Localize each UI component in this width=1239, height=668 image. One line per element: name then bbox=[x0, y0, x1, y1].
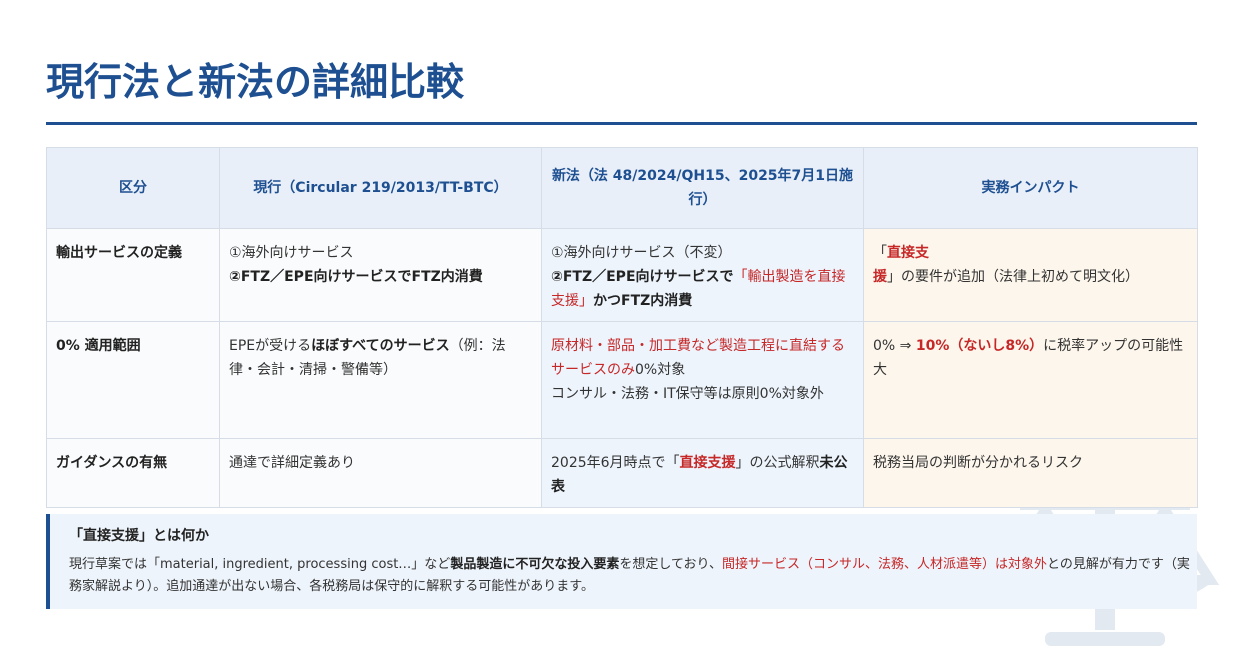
text-segment: 0% ⇒ bbox=[873, 338, 916, 354]
text-segment: 2025年6月時点で「 bbox=[551, 455, 680, 471]
text-segment: 」の要件が追加（法律上初めて明文化） bbox=[887, 269, 1139, 285]
text-segment: 原材料・部品・加工費など製造工程に直結するサービスのみ bbox=[551, 338, 845, 378]
text-segment: 製品製造に不可欠な投入要素 bbox=[450, 557, 620, 572]
header-current-law: 現行（Circular 219/2013/TT-BTC） bbox=[219, 147, 542, 229]
text-segment: コンサル・法務・IT保守等は原則0%対象外 bbox=[551, 386, 824, 402]
row-category: 輸出サービスの定義 bbox=[46, 228, 220, 322]
text-segment: EPEが受ける bbox=[229, 338, 312, 354]
header-practical-impact: 実務インパクト bbox=[863, 147, 1198, 229]
table-row: 0% 適用範囲 EPEが受けるほぼすべてのサービス（例：法律・会計・清掃・警備等… bbox=[46, 321, 1198, 439]
header-new-law: 新法（法 48/2024/QH15、2025年7月1日施行） bbox=[541, 147, 864, 229]
text-segment: 10%（ないし8%） bbox=[915, 338, 1044, 354]
comparison-table: 区分 現行（Circular 219/2013/TT-BTC） 新法（法 48/… bbox=[46, 147, 1198, 508]
text-segment: ②FTZ／EPE向けサービスで bbox=[551, 269, 734, 285]
text-segment: ①海外向けサービス（不変） bbox=[551, 245, 732, 261]
title-underline bbox=[46, 122, 1197, 125]
table-row: ガイダンスの有無 通達で詳細定義あり 2025年6月時点で「直接支援」の公式解釈… bbox=[46, 438, 1198, 508]
text-segment: かつFTZ内消費 bbox=[593, 293, 693, 309]
text-segment: 間接サービス（コンサル、法務、人材派遣等）は対象外 bbox=[722, 557, 1048, 572]
cell-line: 0% ⇒ 10%（ないし8%）に税率アップの可能性大 bbox=[873, 334, 1188, 382]
impact-cell: 0% ⇒ 10%（ないし8%）に税率アップの可能性大 bbox=[863, 321, 1198, 439]
row-category: 0% 適用範囲 bbox=[46, 321, 220, 439]
text-segment: 現行草案では「material, ingredient, processing … bbox=[69, 557, 451, 572]
cell-line: 税務当局の判断が分かれるリスク bbox=[873, 451, 1188, 475]
cell-line: 2025年6月時点で「直接支援」の公式解釈未公表 bbox=[551, 451, 854, 499]
text-segment: ②FTZ／EPE向けサービスでFTZ内消費 bbox=[229, 269, 483, 285]
impact-cell: 「直接支援」の要件が追加（法律上初めて明文化） bbox=[863, 228, 1198, 322]
cell-line: ②FTZ／EPE向けサービスで「輸出製造を直接支援」かつFTZ内消費 bbox=[551, 265, 854, 313]
text-segment: 税務当局の判断が分かれるリスク bbox=[873, 455, 1083, 471]
impact-cell: 税務当局の判断が分かれるリスク bbox=[863, 438, 1198, 508]
text-segment: を想定しており、 bbox=[619, 557, 723, 572]
cell-line: ②FTZ／EPE向けサービスでFTZ内消費 bbox=[229, 265, 532, 289]
callout-body: 現行草案では「material, ingredient, processing … bbox=[69, 554, 1197, 598]
text-segment: ほぼすべてのサービス bbox=[311, 338, 450, 354]
new-law-cell: 2025年6月時点で「直接支援」の公式解釈未公表 bbox=[541, 438, 864, 508]
cell-line: コンサル・法務・IT保守等は原則0%対象外 bbox=[551, 382, 854, 406]
table-header-row: 区分 現行（Circular 219/2013/TT-BTC） 新法（法 48/… bbox=[46, 147, 1198, 229]
cell-line: ①海外向けサービス（不変） bbox=[551, 241, 854, 265]
cell-line: EPEが受けるほぼすべてのサービス（例：法律・会計・清掃・警備等） bbox=[229, 334, 532, 382]
table-row: 輸出サービスの定義 ①海外向けサービス ②FTZ／EPE向けサービスでFTZ内消費… bbox=[46, 228, 1198, 322]
text-segment: ①海外向けサービス bbox=[229, 245, 354, 261]
text-segment: 通達で詳細定義あり bbox=[229, 455, 355, 471]
text-segment: 」の公式解釈 bbox=[735, 455, 820, 471]
cell-line: 通達で詳細定義あり bbox=[229, 451, 532, 475]
slide: 現行法と新法の詳細比較 区分 現行（Circular 219/2013/TT-B… bbox=[0, 0, 1239, 668]
text-segment: 0%対象 bbox=[635, 362, 686, 378]
text-segment: 直接支援 bbox=[679, 455, 736, 471]
page-title: 現行法と新法の詳細比較 bbox=[46, 60, 465, 104]
callout-title: 「直接支援」とは何か bbox=[69, 528, 209, 544]
new-law-cell: ①海外向けサービス（不変） ②FTZ／EPE向けサービスで「輸出製造を直接支援」か… bbox=[541, 228, 864, 322]
current-law-cell: EPEが受けるほぼすべてのサービス（例：法律・会計・清掃・警備等） bbox=[219, 321, 542, 439]
text-segment: 「 bbox=[873, 245, 887, 261]
row-category: ガイダンスの有無 bbox=[46, 438, 220, 508]
callout-box: 「直接支援」とは何か 現行草案では「material, ingredient, … bbox=[46, 514, 1197, 609]
cell-line: ①海外向けサービス bbox=[229, 241, 532, 265]
current-law-cell: ①海外向けサービス ②FTZ／EPE向けサービスでFTZ内消費 bbox=[219, 228, 542, 322]
header-category: 区分 bbox=[46, 147, 220, 229]
new-law-cell: 原材料・部品・加工費など製造工程に直結するサービスのみ0%対象コンサル・法務・I… bbox=[541, 321, 864, 439]
cell-line: 原材料・部品・加工費など製造工程に直結するサービスのみ0%対象 bbox=[551, 334, 854, 382]
current-law-cell: 通達で詳細定義あり bbox=[219, 438, 542, 508]
cell-line: 「直接支援」の要件が追加（法律上初めて明文化） bbox=[873, 241, 1188, 289]
